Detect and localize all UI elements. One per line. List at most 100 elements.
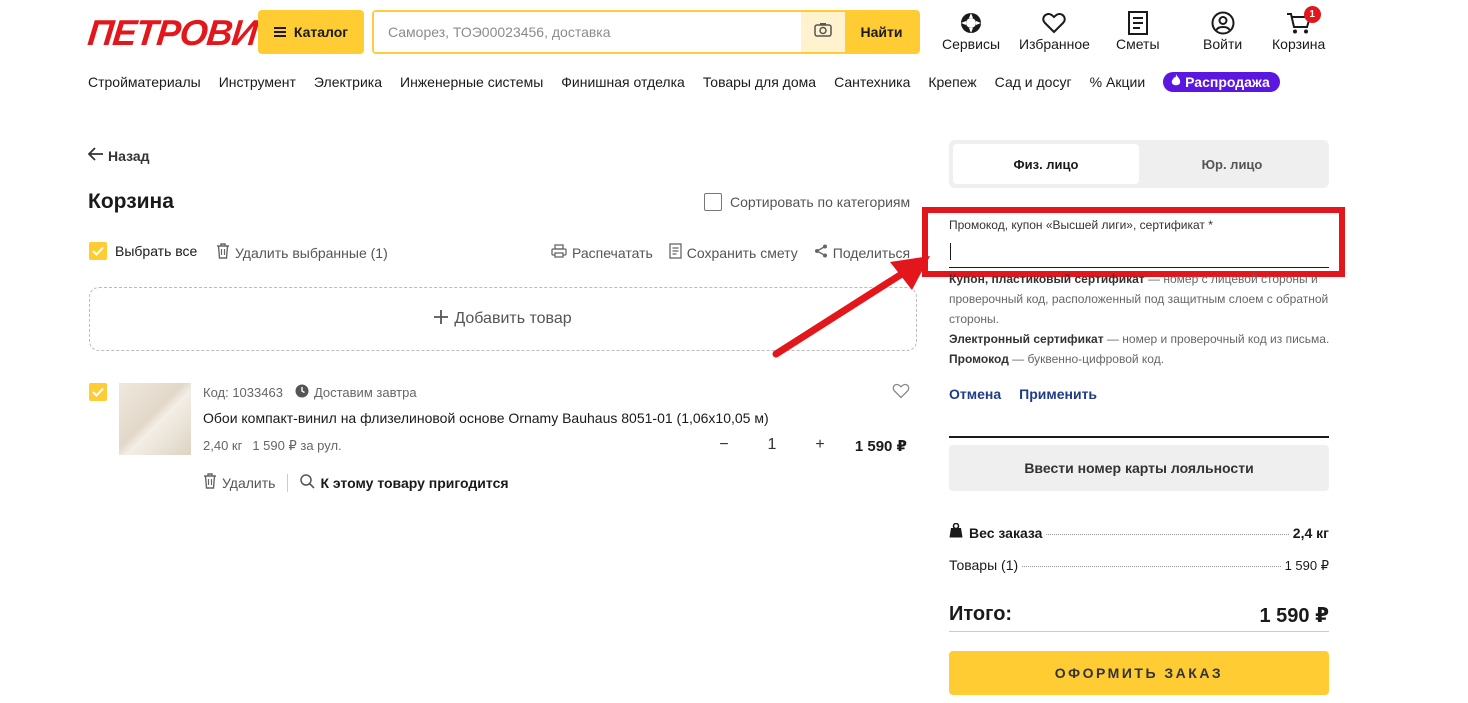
checkout-button[interactable]: ОФОРМИТЬ ЗАКАЗ [949,651,1329,695]
weight-label: Вес заказа [969,525,1043,541]
unit-price: 1 590 ₽ за рул. [252,438,342,453]
quantity-stepper: − 1 + [700,436,844,454]
hint-promo-text: — буквенно-цифровой код. [1008,352,1165,366]
goods-row: Товары (1) 1 590 ₽ [949,557,1329,574]
hint-promo-title: Промокод [949,352,1009,366]
cart-count-badge: 1 [1303,6,1321,23]
sort-by-category-checkbox[interactable]: Сортировать по категориям [704,193,910,211]
product-code: Код: 1033463 [203,385,283,400]
favorites-link[interactable]: Избранное [1019,10,1090,52]
product-name[interactable]: Обои компакт-винил на флизелиновой основ… [203,410,769,426]
nav-item-engineering[interactable]: Инженерные системы [400,74,543,90]
estimates-link[interactable]: Сметы [1116,10,1160,52]
item-price: 1 590 ₽ [854,438,907,455]
heart-outline-icon [892,383,910,403]
select-all-checkbox[interactable]: Выбрать все [89,242,197,260]
heart-icon [1042,10,1067,36]
highlight-frame [922,207,1345,277]
back-label: Назад [108,147,150,164]
cart-link[interactable]: 1 Корзина [1272,6,1326,52]
services-link[interactable]: Сервисы [942,10,1000,52]
logo[interactable]: ПЕТРОВИЧ [86,12,284,54]
loyalty-card-button[interactable]: Ввести номер карты лояльности [949,445,1329,491]
nav-item-fasteners[interactable]: Крепеж [928,74,976,90]
trash-icon [203,473,217,492]
divider [949,436,1329,438]
nav-item-promo[interactable]: % Акции [1090,74,1146,90]
dotted-leader [1046,534,1289,535]
services-icon [959,10,983,36]
nav-item-plumbing[interactable]: Сантехника [834,74,910,90]
total-value: 1 590 ₽ [1259,605,1329,627]
total-row: Итого: 1 590 ₽ [949,603,1329,628]
search-button[interactable]: Найти [845,12,918,52]
weight-value: 2,4 кг [1292,525,1329,541]
increase-button[interactable]: + [796,436,844,454]
delete-item-button[interactable]: Удалить [203,473,275,492]
cart-label: Корзина [1272,36,1326,52]
checkmark-icon [89,383,107,401]
item-code-row: Код: 1033463 Доставим завтра [203,384,417,401]
quantity-value[interactable]: 1 [748,436,796,454]
back-link[interactable]: Назад [87,147,150,164]
search-bar: Найти [372,10,920,54]
catalog-label: Каталог [293,24,349,40]
related-products-button[interactable]: К этому товару пригодится [300,473,509,492]
decrease-button[interactable]: − [700,436,748,454]
goods-label: Товары (1) [949,557,1019,573]
hint-ecert-title: Электронный сертификат [949,332,1104,346]
search-input[interactable] [374,12,801,52]
catalog-button[interactable]: Каталог [258,10,364,54]
hint-coupon-title: Купон, пластиковый сертификат [949,272,1145,286]
fire-icon [1171,74,1181,90]
item-meta: 2,40 кг 1 590 ₽ за рул. [203,438,342,454]
services-label: Сервисы [942,36,1001,52]
percent-icon: % [1089,74,1103,90]
delete-selected-button[interactable]: Удалить выбранные (1) [216,243,388,262]
item-checkbox[interactable] [89,383,107,401]
print-button[interactable]: Распечатать [551,243,653,262]
arrow-left-icon [87,147,104,164]
menu-icon [273,24,286,40]
plus-icon [434,309,449,329]
favorites-label: Избранное [1019,36,1090,52]
estimates-label: Сметы [1116,36,1160,52]
nav-item-tools[interactable]: Инструмент [219,74,296,90]
page-title: Корзина [88,190,174,213]
camera-icon [814,22,832,42]
promo-hint: Купон, пластиковый сертификат — номер с … [949,269,1334,369]
nav-item-home-goods[interactable]: Товары для дома [703,74,816,90]
product-image[interactable] [119,383,191,455]
order-weight-row: Вес заказа 2,4 кг [949,522,1329,541]
nav-item-electrics[interactable]: Электрика [314,74,382,90]
weight-icon [949,522,963,541]
goods-value: 1 590 ₽ [1284,558,1329,573]
sale-badge[interactable]: Распродажа [1163,72,1280,92]
promo-actions: Отмена Применить [949,386,1097,402]
estimate-icon [1127,10,1148,36]
product-weight: 2,40 кг [203,438,243,453]
apply-button[interactable]: Применить [1019,386,1097,402]
sale-label: Распродажа [1185,74,1270,90]
delete-selected-label: Удалить выбранные (1) [235,244,388,261]
login-label: Войти [1203,36,1243,52]
delivery-info: Доставим завтра [295,384,417,401]
hint-ecert-text: — номер и проверочный код из письма. [1103,332,1330,346]
user-icon [1211,10,1235,36]
favorite-button[interactable] [892,383,910,404]
cancel-button[interactable]: Отмена [949,386,1001,402]
nav-item-garden[interactable]: Сад и досуг [995,74,1072,90]
camera-search-button[interactable] [801,12,845,52]
category-nav: Стройматериалы Инструмент Электрика Инже… [88,72,1280,92]
delete-item-label: Удалить [222,474,276,491]
nav-item-building-materials[interactable]: Стройматериалы [88,74,201,90]
checkbox-empty-icon [704,193,722,211]
login-link[interactable]: Войти [1203,10,1242,52]
promo-label: Акции [1106,74,1146,90]
tab-legal-entity[interactable]: Юр. лицо [1139,144,1325,184]
tab-individual[interactable]: Физ. лицо [953,144,1139,184]
clock-icon [295,384,309,401]
sort-label: Сортировать по категориям [730,194,911,210]
nav-item-finishing[interactable]: Финишная отделка [561,74,685,90]
document-icon [669,243,682,262]
